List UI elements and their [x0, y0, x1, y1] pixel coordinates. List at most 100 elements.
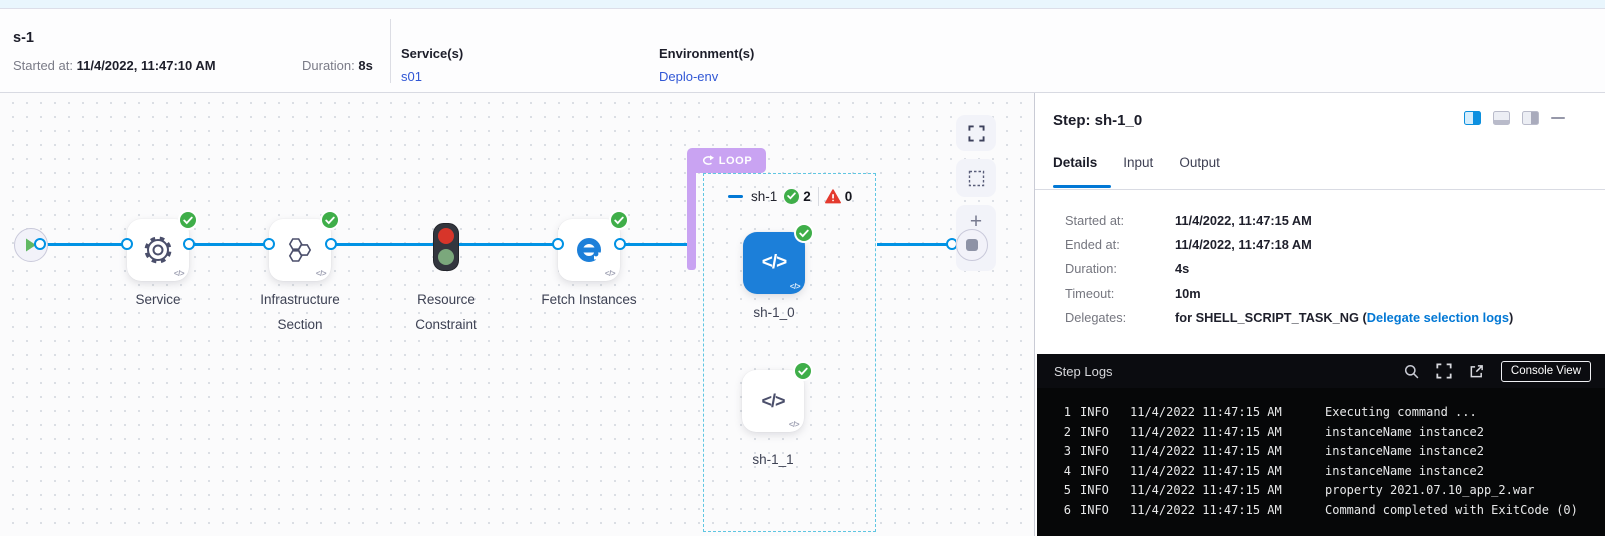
panel-view-toggles [1464, 111, 1565, 125]
node-infrastructure[interactable]: </> [269, 219, 331, 281]
detail-row-started: Started at: 11/4/2022, 11:47:15 AM [1065, 208, 1595, 232]
log-message: property 2021.07.10_app_2.war [1325, 481, 1605, 501]
node-fetch-instances[interactable]: </> [558, 219, 620, 281]
failure-count: 0 [845, 189, 853, 204]
gear-icon [141, 233, 175, 267]
detail-label: Started at: [1065, 213, 1175, 228]
minimize-panel-icon[interactable] [1551, 117, 1565, 120]
step-logs-body[interactable]: 1 INFO 11/4/2022 11:47:15 AM Executing c… [1037, 388, 1605, 520]
log-timestamp: 11/4/2022 11:47:15 AM [1130, 403, 1325, 423]
service-link[interactable]: s01 [401, 69, 463, 84]
log-line: 1 INFO 11/4/2022 11:47:15 AM Executing c… [1037, 403, 1605, 423]
node-sh-1-1[interactable]: </> </> [742, 370, 804, 432]
console-view-button[interactable]: Console View [1501, 361, 1591, 382]
expand-logs-icon[interactable] [1436, 363, 1452, 379]
node-port [183, 238, 195, 250]
node-port [325, 238, 337, 250]
end-node[interactable] [956, 229, 988, 261]
environments-column: Environment(s) Deplo-env [659, 45, 754, 84]
code-badge-icon: </> [605, 269, 615, 278]
step-details: Started at: 11/4/2022, 11:47:15 AM Ended… [1065, 208, 1595, 330]
log-line-number: 4 [1051, 462, 1071, 482]
log-line: 4 INFO 11/4/2022 11:47:15 AM instanceNam… [1037, 462, 1605, 482]
log-line-number: 3 [1051, 442, 1071, 462]
connector-line [623, 243, 687, 246]
success-badge-icon [796, 225, 812, 241]
loop-badge[interactable]: LOOP [687, 148, 766, 173]
tab-input[interactable]: Input [1123, 155, 1153, 170]
step-logs-actions: Console View [1404, 361, 1591, 382]
bottom-view-icon[interactable] [1493, 111, 1510, 125]
log-line-number: 1 [1051, 403, 1071, 423]
delegates-value: for SHELL_SCRIPT_TASK_NG (Delegate selec… [1175, 310, 1513, 325]
log-message: Command completed with ExitCode (0) [1325, 501, 1605, 521]
log-level: INFO [1080, 501, 1130, 521]
loop-group-header: sh-1 2 0 [728, 186, 852, 206]
delegate-selection-logs-link[interactable]: Delegate selection logs [1367, 310, 1509, 325]
tab-details[interactable]: Details [1053, 155, 1097, 170]
search-icon[interactable] [1404, 364, 1419, 379]
detail-value: 11/4/2022, 11:47:18 AM [1175, 237, 1312, 252]
log-level: INFO [1080, 481, 1130, 501]
node-resource-constraint[interactable] [433, 223, 459, 271]
success-badge-icon [322, 212, 338, 228]
log-message: instanceName instance2 [1325, 462, 1605, 482]
split-view-icon[interactable] [1464, 111, 1481, 125]
count-divider [818, 187, 819, 206]
environment-link[interactable]: Deplo-env [659, 69, 754, 84]
node-port [121, 238, 133, 250]
detail-label: Duration: [1065, 261, 1175, 276]
log-line-number: 6 [1051, 501, 1071, 521]
node-port [552, 238, 564, 250]
log-timestamp: 11/4/2022 11:47:15 AM [1130, 481, 1325, 501]
log-line: 5 INFO 11/4/2022 11:47:15 AM property 20… [1037, 481, 1605, 501]
stop-icon [966, 239, 978, 251]
collapse-group-icon[interactable] [728, 195, 743, 198]
right-view-icon[interactable] [1522, 111, 1539, 125]
canvas-select-button[interactable] [956, 159, 996, 197]
duration-label: Duration: [302, 58, 355, 73]
code-badge-icon: </> [316, 269, 326, 278]
node-service[interactable]: </> [127, 219, 189, 281]
services-column: Service(s) s01 [401, 45, 463, 84]
log-message: Executing command ... [1325, 403, 1605, 423]
success-badge-icon [180, 212, 196, 228]
delegates-suffix: ) [1509, 310, 1513, 325]
started-at-label: Started at: [13, 58, 73, 73]
fetch-instances-icon [574, 235, 604, 265]
log-level: INFO [1080, 442, 1130, 462]
log-timestamp: 11/4/2022 11:47:15 AM [1130, 462, 1325, 482]
connector-line [43, 243, 127, 246]
detail-label: Timeout: [1065, 286, 1175, 301]
node-port [34, 238, 46, 250]
step-detail-panel: Step: sh-1_0 Details Input Output Starte… [1035, 93, 1605, 536]
services-label: Service(s) [401, 46, 463, 61]
code-badge-icon: </> [789, 420, 799, 429]
step-logs-console: Step Logs Console View [1037, 354, 1605, 536]
loop-group-name: sh-1 [751, 189, 777, 204]
log-level: INFO [1080, 423, 1130, 443]
execution-header: s-1 Started at: 11/4/2022, 11:47:10 AM D… [0, 9, 1605, 93]
node-label-resource: Resource Constraint [400, 287, 492, 337]
node-port [614, 238, 626, 250]
connector-line [192, 243, 269, 246]
node-port [263, 238, 275, 250]
loop-icon [701, 155, 714, 166]
pipeline-name: s-1 [13, 30, 34, 46]
log-level: INFO [1080, 403, 1130, 423]
node-label-infrastructure: Infrastructure Section [244, 287, 356, 337]
log-line: 2 INFO 11/4/2022 11:47:15 AM instanceNam… [1037, 423, 1605, 443]
open-in-new-tab-icon[interactable] [1469, 364, 1484, 379]
log-message: instanceName instance2 [1325, 442, 1605, 462]
step-panel-title: Step: sh-1_0 [1053, 112, 1142, 129]
log-line: 3 INFO 11/4/2022 11:47:15 AM instanceNam… [1037, 442, 1605, 462]
canvas-fullscreen-button[interactable] [956, 115, 996, 151]
pipeline-canvas[interactable]: </> Service </> Infrastructure Section R [0, 93, 1034, 536]
started-at-line: Started at: 11/4/2022, 11:47:10 AM [13, 58, 216, 73]
connector-line [877, 243, 947, 246]
active-tab-underline [1053, 185, 1111, 188]
environments-label: Environment(s) [659, 46, 754, 61]
loop-strip [687, 169, 696, 270]
node-sh-1-0[interactable]: </> </> [743, 232, 805, 294]
tab-output[interactable]: Output [1179, 155, 1220, 170]
